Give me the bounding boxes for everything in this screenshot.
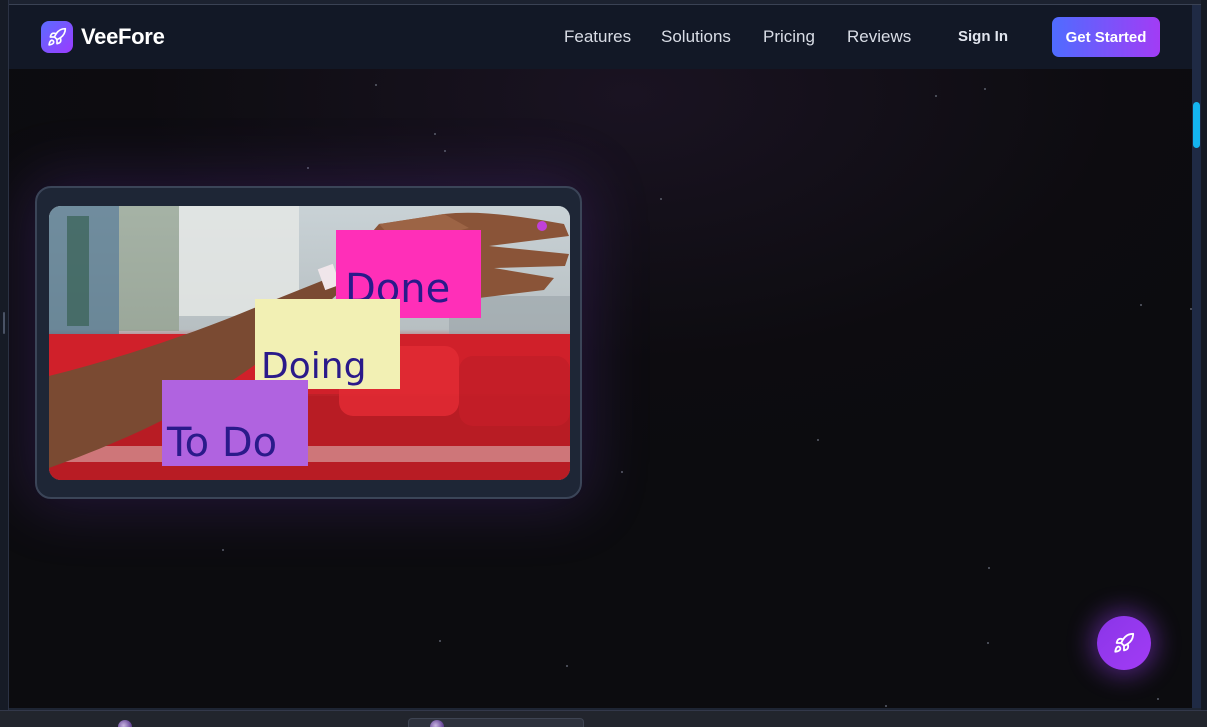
nav-link-pricing[interactable]: Pricing [763,27,815,47]
star [935,95,937,97]
page-viewport: VeeFore Features Solutions Pricing Revie… [9,5,1192,708]
browser-icon[interactable] [118,720,132,727]
star [444,150,446,152]
nav-link-solutions[interactable]: Solutions [661,27,731,47]
rocket-icon [48,27,67,46]
browser-icon[interactable] [430,720,444,727]
tablet-mockup: Done Doing To Do [35,186,582,499]
svg-text:To Do: To Do [166,420,277,466]
resize-grip[interactable] [3,312,5,334]
sign-in-link[interactable]: Sign In [958,28,1008,45]
nav-link-reviews[interactable]: Reviews [847,27,911,47]
logo-badge[interactable] [41,21,73,53]
star [434,133,436,135]
star [885,705,887,707]
note-doing: Doing [255,299,400,389]
taskbar [0,710,1207,727]
hero-photo-sticky-notes: Done Doing To Do [49,206,570,480]
star [817,439,819,441]
star [1140,304,1142,306]
star [566,665,568,667]
star [984,88,986,90]
get-started-button[interactable]: Get Started [1052,17,1160,57]
brand-name[interactable]: VeeFore [81,24,165,50]
star [439,640,441,642]
star [222,549,224,551]
sticky-notes-illustration: Done Doing To Do [49,206,570,480]
star [307,167,309,169]
rocket-icon [1114,632,1135,653]
window-right-edge [1201,0,1207,710]
top-navigation: VeeFore Features Solutions Pricing Revie… [9,5,1192,69]
star [621,471,623,473]
star [375,84,377,86]
star [1157,698,1159,700]
star [987,642,989,644]
scrollbar-thumb[interactable] [1193,102,1200,148]
nav-link-features[interactable]: Features [564,27,631,47]
star [660,198,662,200]
note-to-do: To Do [162,380,308,466]
window-left-edge [0,0,9,710]
star [988,567,990,569]
floating-action-button[interactable] [1097,616,1151,670]
